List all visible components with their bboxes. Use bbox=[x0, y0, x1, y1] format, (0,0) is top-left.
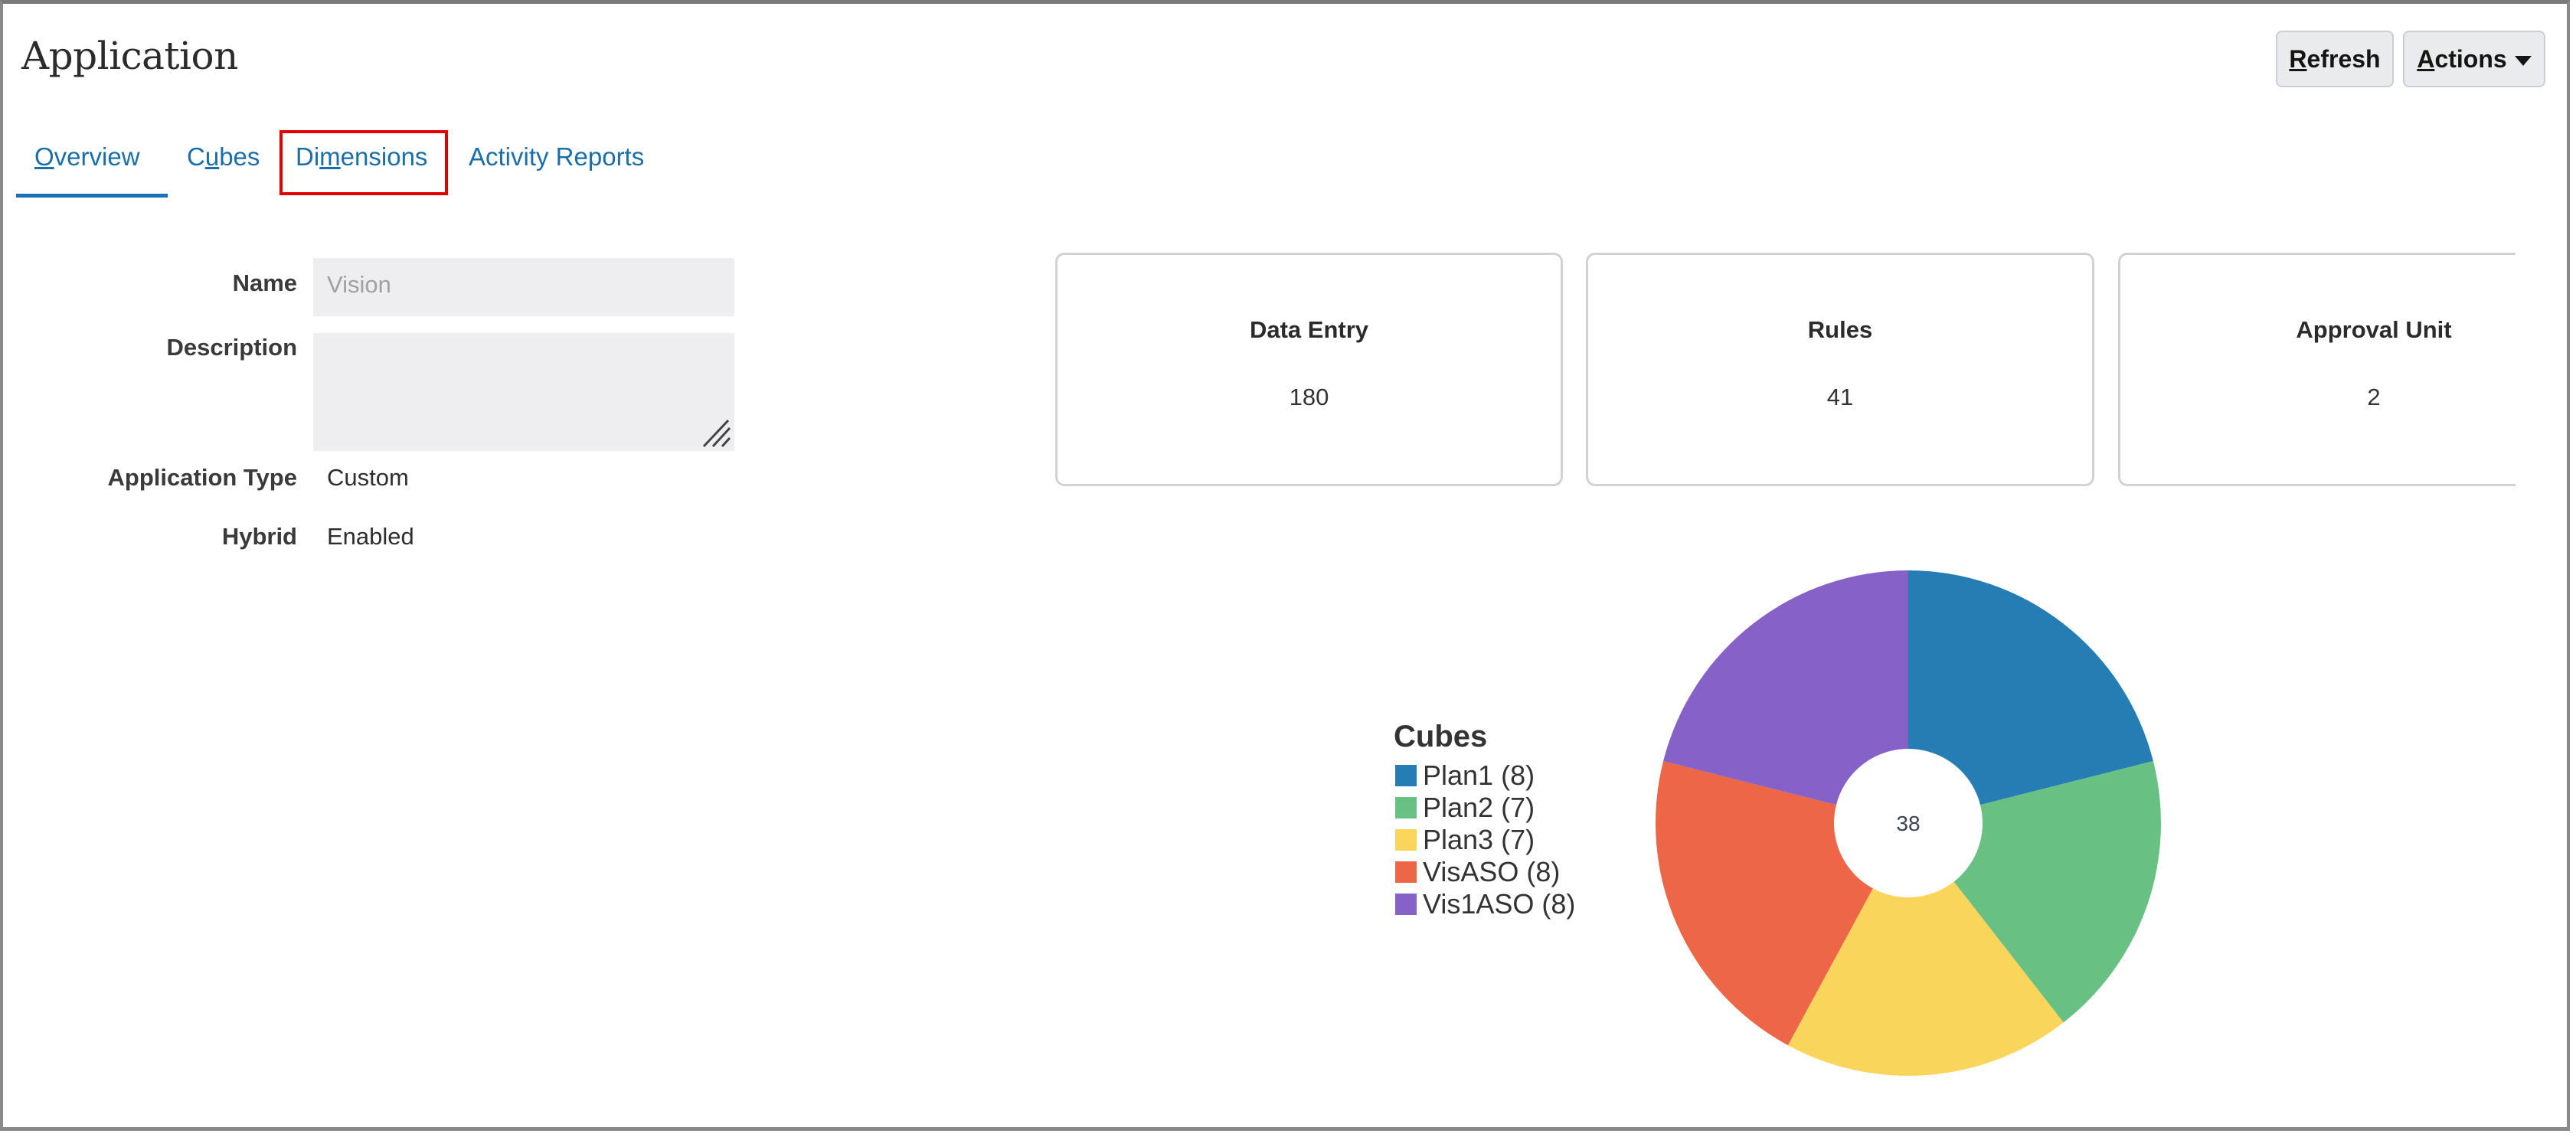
tab-label-rest: verview bbox=[54, 142, 140, 171]
application-type-value: Custom bbox=[327, 464, 409, 491]
legend-label: VisASO (8) bbox=[1423, 856, 1561, 887]
legend-title: Cubes bbox=[1394, 720, 1488, 753]
legend-item[interactable]: Vis1ASO (8) bbox=[1395, 888, 1576, 920]
card-value: 180 bbox=[1289, 384, 1329, 410]
actions-label-rest: ctions bbox=[2434, 44, 2507, 73]
actions-menu-button[interactable]: Actions bbox=[2403, 31, 2545, 87]
highlight-box bbox=[280, 130, 448, 195]
tab-cubes[interactable]: Cubes bbox=[187, 142, 260, 172]
legend-swatch bbox=[1395, 894, 1417, 915]
card-title: Data Entry bbox=[1249, 316, 1369, 343]
legend-swatch bbox=[1395, 797, 1417, 818]
tab-activity-reports[interactable]: Activity Reports bbox=[469, 142, 644, 172]
card-data-entry[interactable]: Data Entry 180 bbox=[1055, 253, 1563, 486]
hybrid-label: Hybrid bbox=[221, 523, 297, 550]
legend-item[interactable]: Plan1 (8) bbox=[1395, 760, 1535, 791]
card-value: 2 bbox=[2367, 384, 2381, 410]
card-value: 41 bbox=[1826, 384, 1854, 410]
legend-swatch bbox=[1395, 829, 1417, 851]
tab-mnemonic: O bbox=[34, 142, 54, 171]
application-type-label: Application Type bbox=[107, 464, 297, 491]
donut-center-total: 38 bbox=[1896, 812, 1920, 835]
card-title: Rules bbox=[1807, 316, 1873, 343]
resize-handle-icon[interactable] bbox=[701, 417, 731, 448]
refresh-mnemonic: R bbox=[2289, 44, 2307, 73]
hybrid-value: Enabled bbox=[327, 523, 414, 550]
description-label: Description bbox=[166, 334, 297, 361]
legend-item[interactable]: VisASO (8) bbox=[1395, 856, 1561, 887]
cubes-donut-chart: 38 bbox=[1656, 570, 2161, 1076]
tab-overview[interactable]: Overview bbox=[34, 142, 140, 172]
legend-label: Plan3 (7) bbox=[1423, 824, 1535, 855]
page-title: Application bbox=[21, 34, 238, 78]
refresh-label-rest: efresh bbox=[2306, 44, 2381, 73]
name-label: Name bbox=[232, 270, 297, 296]
legend-item[interactable]: Plan2 (7) bbox=[1395, 792, 1535, 823]
legend-item[interactable]: Plan3 (7) bbox=[1395, 824, 1535, 855]
legend-swatch bbox=[1395, 861, 1417, 883]
refresh-button[interactable]: Refresh bbox=[2276, 31, 2394, 87]
active-tab-indicator bbox=[16, 194, 168, 198]
description-textarea[interactable] bbox=[313, 333, 734, 451]
legend-label: Plan2 (7) bbox=[1423, 792, 1535, 823]
tab-label: Activity Reports bbox=[469, 142, 645, 171]
legend-label: Vis1ASO (8) bbox=[1423, 888, 1576, 920]
caret-down-icon bbox=[2514, 55, 2532, 66]
card-approval-unit[interactable]: Approval Unit 2 bbox=[2118, 253, 2516, 486]
card-rules[interactable]: Rules 41 bbox=[1586, 253, 2094, 486]
legend-label: Plan1 (8) bbox=[1423, 760, 1535, 791]
actions-mnemonic: A bbox=[2417, 44, 2435, 73]
tab-label-rest: bes bbox=[219, 142, 260, 171]
legend-swatch bbox=[1395, 765, 1417, 786]
tab-label-pre: C bbox=[187, 142, 205, 171]
name-input[interactable]: Vision bbox=[313, 258, 734, 316]
card-title: Approval Unit bbox=[2296, 316, 2452, 343]
tab-mnemonic: u bbox=[204, 142, 220, 171]
